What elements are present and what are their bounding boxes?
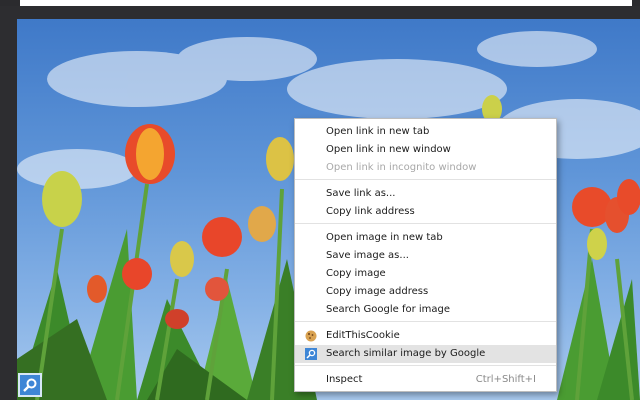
menu-save-link-as[interactable]: Save link as... (295, 185, 556, 203)
window-frame-left (0, 19, 17, 400)
menu-separator (295, 179, 556, 180)
menu-separator (295, 321, 556, 322)
menu-open-image-new-tab[interactable]: Open image in new tab (295, 229, 556, 247)
menu-separator (295, 223, 556, 224)
menu-inspect-label: Inspect (326, 374, 363, 385)
menu-search-similar-image[interactable]: Search similar image by Google (295, 345, 556, 363)
context-menu: Open link in new tab Open link in new wi… (294, 118, 557, 392)
menu-open-link-incognito: Open link in incognito window (326, 162, 477, 173)
menu-open-link-new-tab[interactable]: Open link in new tab (295, 123, 556, 141)
image-search-icon (23, 378, 37, 392)
menu-search-google-for-image[interactable]: Search Google for image (295, 301, 556, 319)
menu-separator (295, 365, 556, 366)
menu-copy-link-address[interactable]: Copy link address (295, 203, 556, 221)
image-search-icon (305, 348, 317, 360)
menu-search-similar-image-label: Search similar image by Google (326, 348, 486, 359)
menu-copy-image[interactable]: Copy image (295, 265, 556, 283)
menu-inspect[interactable]: Inspect Ctrl+Shift+I (295, 371, 556, 389)
menu-copy-image-address[interactable]: Copy image address (295, 283, 556, 301)
menu-editthiscookie[interactable]: EditThisCookie (295, 327, 556, 345)
menu-save-image-as[interactable]: Save image as... (295, 247, 556, 265)
menu-editthiscookie-label: EditThisCookie (326, 330, 400, 341)
menu-open-link-new-window[interactable]: Open link in new window (295, 141, 556, 159)
window-frame-top (0, 6, 640, 19)
cookie-icon (305, 330, 317, 342)
menu-inspect-shortcut: Ctrl+Shift+I (475, 374, 536, 385)
search-by-image-button[interactable] (18, 373, 42, 397)
